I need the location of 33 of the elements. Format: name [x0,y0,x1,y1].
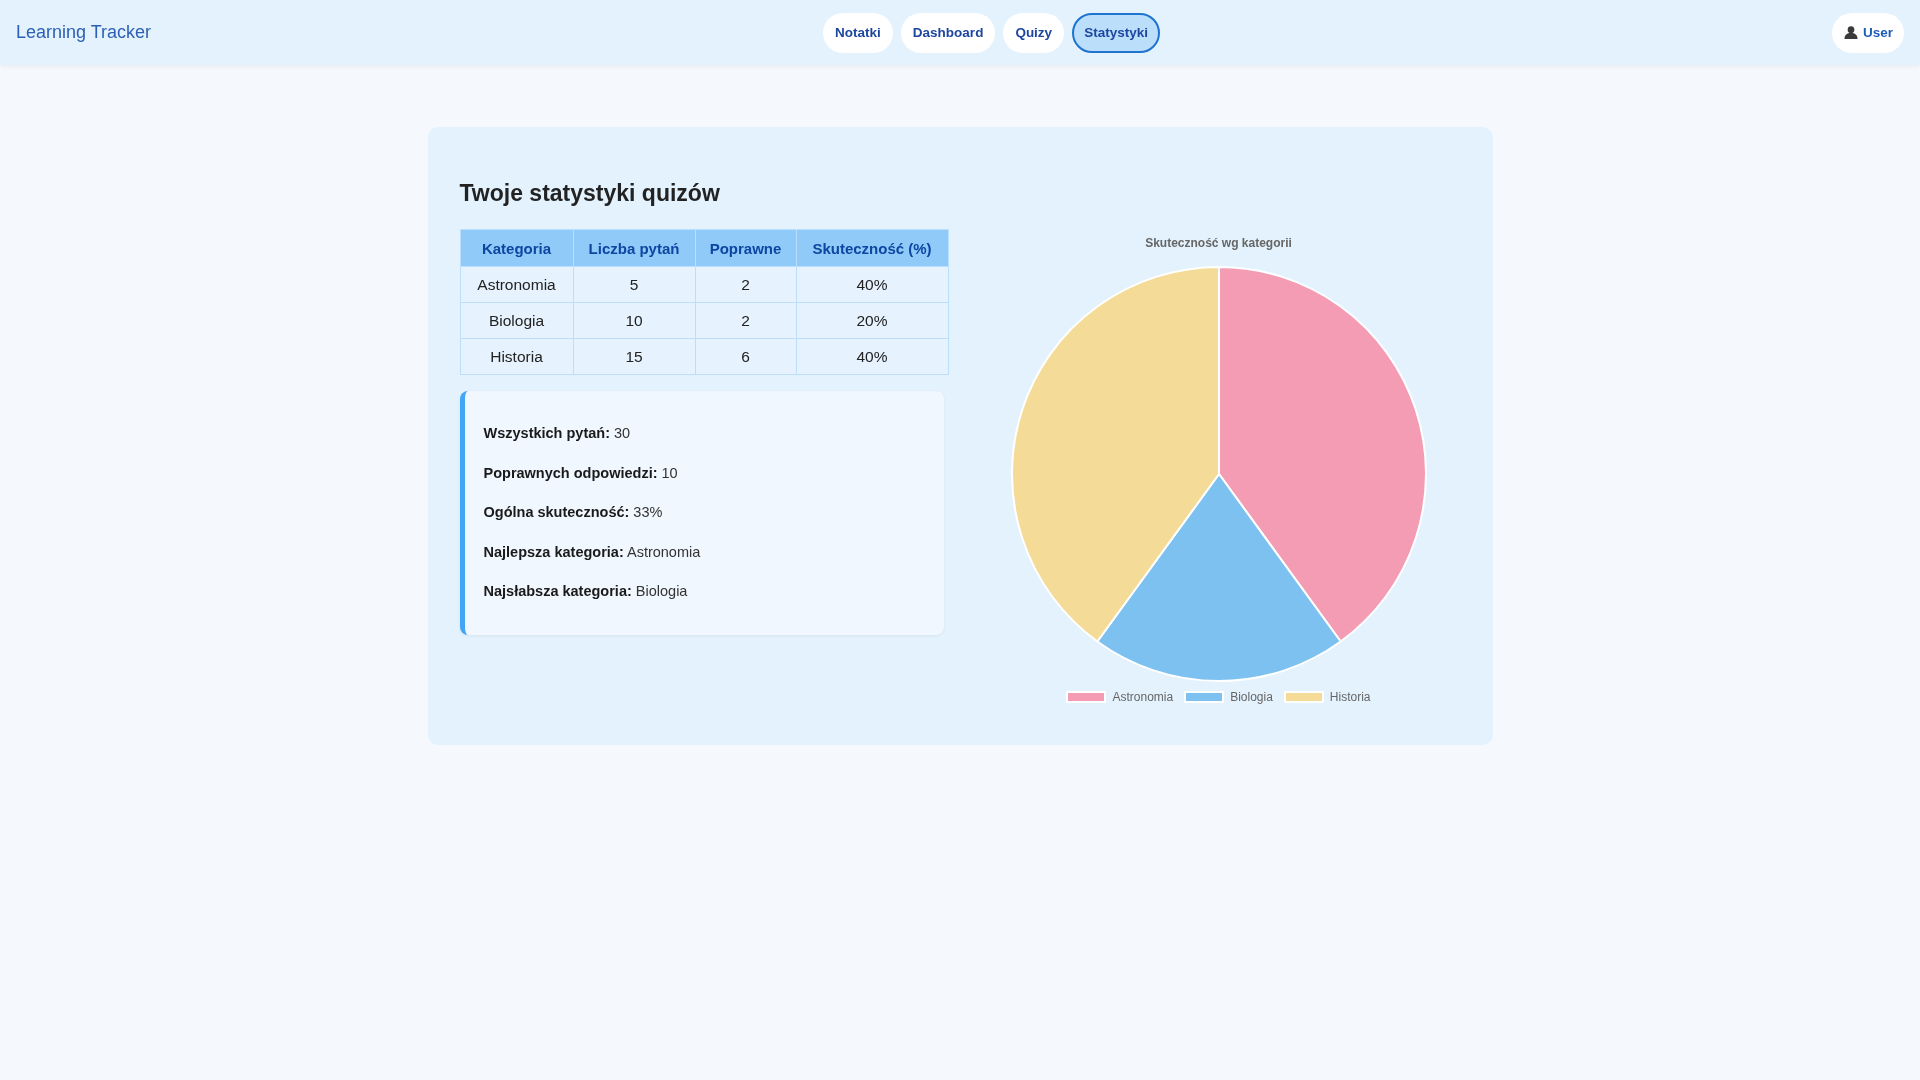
table-cell: 20% [796,302,948,339]
legend-label: Astronomia [1112,690,1174,704]
table-header-cell: Poprawne [695,229,796,267]
table-cell: 2 [695,266,796,303]
table-cell: 15 [573,338,695,375]
table-cell: Astronomia [460,266,573,303]
person-icon [1843,26,1858,39]
table-cell: 40% [796,266,948,303]
summary-line: Ogólna skuteczność: 33% [483,503,664,522]
table-header-cell: Skuteczność (%) [796,229,948,267]
brand-title: Learning Tracker [16,22,152,43]
table-cell: 6 [695,338,796,375]
legend-label: Biologia [1230,690,1273,704]
card-title: Twoje statystyki quizów [459,179,721,207]
summary-line: Najlepsza kategoria: Astronomia [483,542,702,562]
summary-line: Poprawnych odpowiedzi: 10 [483,463,679,483]
user-button[interactable]: User [1831,12,1904,53]
nav-tab[interactable]: Statystyki [1072,12,1160,53]
chart-title: Skuteczność wg kategorii [1145,235,1292,251]
summary-line: Wszystkich pytań: 30 [483,424,632,443]
nav-tab[interactable]: Notatki [823,12,893,53]
table-cell: 40% [796,338,948,375]
table-cell: Biologia [460,302,573,339]
nav-tab[interactable]: Quizy [1003,12,1065,53]
table-cell: 5 [573,266,695,303]
table-header-cell: Kategoria [460,229,573,267]
table-cell: 10 [573,302,695,339]
table-header-cell: Liczba pytań [573,229,695,267]
summary-line: Najsłabsza kategoria: Biologia [483,582,689,601]
table-cell: Historia [460,338,573,375]
legend-label: Historia [1329,690,1371,704]
nav-tab[interactable]: Dashboard [900,12,996,53]
table-cell: 2 [695,302,796,339]
